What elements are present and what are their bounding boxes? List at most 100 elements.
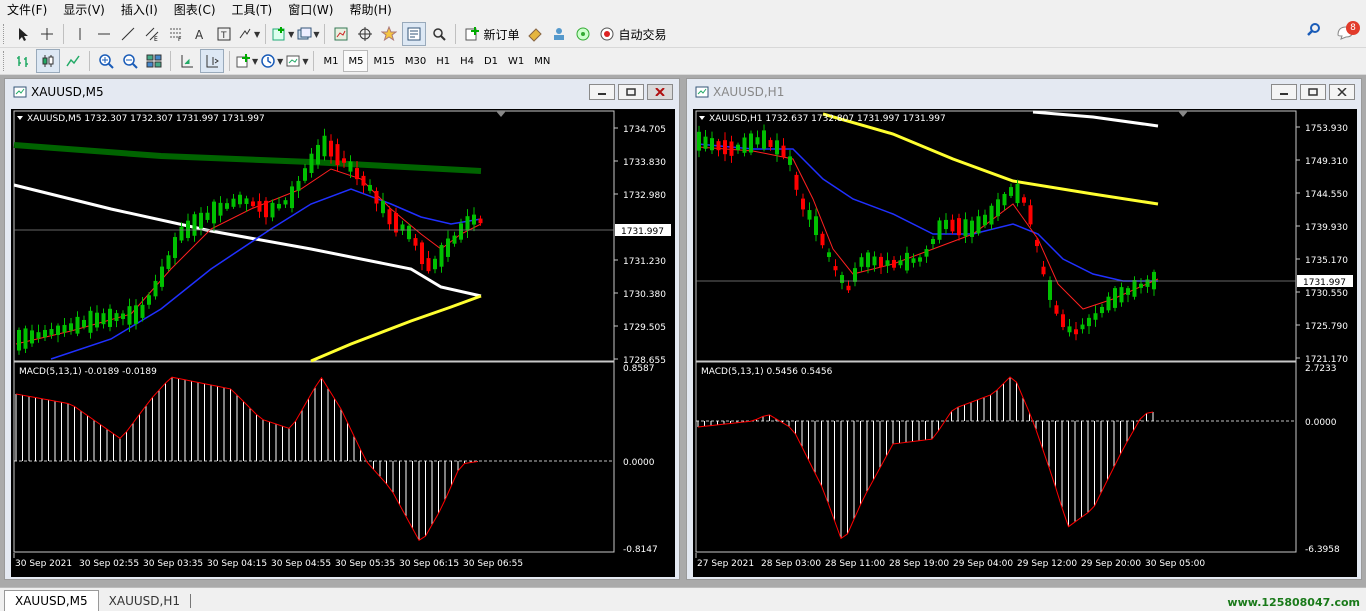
candlestick-chart-icon[interactable]: [36, 49, 60, 73]
tile-windows-icon[interactable]: [143, 50, 165, 72]
candle-body: [36, 332, 41, 339]
auto-trading-label: 自动交易: [618, 27, 667, 42]
window-titlebar[interactable]: XAUUSD,M5: [5, 79, 679, 105]
restore-button[interactable]: [618, 84, 644, 100]
candle-body: [355, 168, 359, 180]
horizontal-line-icon[interactable]: [93, 23, 115, 45]
timeframe-h1[interactable]: H1: [431, 50, 455, 72]
price-chart[interactable]: 1734.705 1733.830 1732.980 1731.230 1730.380…: [11, 109, 675, 577]
timeframe-m1[interactable]: M1: [318, 50, 343, 72]
close-button[interactable]: [1329, 84, 1355, 100]
chart-canvas[interactable]: 1753.930 1749.310 1744.550 1739.930 1735.170…: [693, 109, 1357, 577]
candle-body: [101, 313, 106, 325]
market-watch-icon[interactable]: [330, 23, 352, 45]
search-icon[interactable]: [1306, 22, 1322, 41]
candle-body: [1139, 283, 1143, 288]
toolbar-grip[interactable]: [3, 24, 7, 44]
close-button[interactable]: [647, 84, 673, 100]
candle-body: [885, 260, 890, 266]
zoom-in-icon[interactable]: [95, 50, 117, 72]
candle-body: [121, 313, 125, 319]
menu-view[interactable]: 显示(V): [56, 0, 114, 20]
toolbar-grip[interactable]: [3, 51, 7, 71]
ma-red: [15, 168, 482, 345]
candle-body: [989, 205, 994, 225]
timeframe-mn[interactable]: MN: [529, 50, 555, 72]
menu-help[interactable]: 帮助(H): [342, 0, 400, 20]
crosshair-icon[interactable]: [36, 23, 58, 45]
new-order-icon: [465, 27, 480, 41]
indicators-icon[interactable]: ▼: [235, 50, 258, 72]
experts-icon[interactable]: [548, 23, 570, 45]
templates-icon[interactable]: ▼: [285, 50, 308, 72]
menu-insert[interactable]: 插入(I): [114, 0, 167, 20]
timeframe-m15[interactable]: M15: [368, 50, 399, 72]
strategy-tester-icon[interactable]: [428, 23, 450, 45]
restore-button[interactable]: [1300, 84, 1326, 100]
timeframe-d1[interactable]: D1: [479, 50, 503, 72]
periods-icon[interactable]: ▼: [260, 50, 283, 72]
terminal-icon[interactable]: [402, 22, 427, 46]
menu-file[interactable]: 文件(F): [0, 0, 56, 20]
menu-tools[interactable]: 工具(T): [225, 0, 282, 20]
time-axis-label: 30 Sep 04:15: [207, 559, 267, 569]
navigator-icon[interactable]: [354, 23, 376, 45]
timeframe-h4[interactable]: H4: [455, 50, 479, 72]
candle-body: [1132, 280, 1137, 297]
fibonacci-icon[interactable]: F: [165, 23, 187, 45]
candle-body: [225, 203, 229, 209]
toolbar-separator: [324, 24, 326, 44]
channel-icon[interactable]: E: [141, 23, 163, 45]
time-axis-label: 30 Sep 06:55: [463, 559, 523, 569]
autoscroll-icon[interactable]: [176, 50, 198, 72]
chart-window-h1[interactable]: XAUUSD,H1 1753.930 1749.310 1744.550 1739.9…: [686, 78, 1362, 580]
window-titlebar[interactable]: XAUUSD,H1: [687, 79, 1361, 105]
tab-xauusd-h1[interactable]: XAUUSD,H1: [99, 591, 190, 611]
arrows-icon[interactable]: ▼: [237, 23, 260, 45]
minimize-button[interactable]: [589, 84, 615, 100]
candle-body: [114, 313, 119, 321]
minimize-button[interactable]: [1271, 84, 1297, 100]
tab-xauusd-m5[interactable]: XAUUSD,M5: [4, 590, 99, 611]
bar-chart-icon[interactable]: [12, 50, 34, 72]
metaeditor-icon[interactable]: [524, 23, 546, 45]
candle-body: [1022, 197, 1026, 203]
candle-body: [794, 174, 799, 190]
candle-body: [433, 258, 437, 270]
candle-body: [963, 219, 968, 237]
timeframe-m5[interactable]: M5: [343, 50, 369, 72]
auto-trading-button[interactable]: 自动交易: [595, 23, 670, 45]
time-axis-label: 29 Sep 20:00: [1081, 559, 1141, 569]
new-order-button[interactable]: 新订单: [460, 23, 523, 45]
candle-body: [762, 130, 766, 149]
new-chart-icon[interactable]: ▼: [271, 23, 294, 45]
chart-canvas[interactable]: 1734.705 1733.830 1732.980 1731.230 1730.380…: [11, 109, 675, 577]
text-label-icon[interactable]: T: [213, 23, 235, 45]
trendline-icon[interactable]: [117, 23, 139, 45]
menu-charts[interactable]: 图表(C): [167, 0, 225, 20]
price-chart[interactable]: 1753.930 1749.310 1744.550 1739.930 1735.170…: [693, 109, 1357, 577]
chart-window-m5[interactable]: XAUUSD,M5 1734.705 1733.830 1732.980 1731.2…: [4, 78, 680, 580]
menu-window[interactable]: 窗口(W): [281, 0, 342, 20]
timeframe-w1[interactable]: W1: [503, 50, 529, 72]
notifications-icon[interactable]: 8: [1336, 20, 1360, 41]
chart-shift-icon[interactable]: [200, 49, 224, 73]
candle-body: [983, 214, 987, 226]
signals-icon[interactable]: [572, 23, 594, 45]
timeframe-m30[interactable]: M30: [400, 50, 431, 72]
candle-body: [173, 237, 177, 258]
favorites-icon[interactable]: [378, 23, 400, 45]
vertical-line-icon[interactable]: [69, 23, 91, 45]
text-tool-icon[interactable]: A: [189, 23, 211, 45]
time-axis-label: 30 Sep 03:35: [143, 559, 203, 569]
candle-body: [872, 256, 877, 266]
cursor-icon[interactable]: [12, 23, 34, 45]
candle-body: [736, 144, 740, 150]
window-title: XAUUSD,M5: [31, 85, 104, 99]
close-icon: [1337, 88, 1347, 96]
zoom-out-icon[interactable]: [119, 50, 141, 72]
time-axis-label: 30 Sep 04:55: [271, 559, 331, 569]
profiles-icon[interactable]: ▼: [296, 23, 319, 45]
candle-body: [1106, 296, 1111, 311]
line-chart-icon[interactable]: [62, 50, 84, 72]
